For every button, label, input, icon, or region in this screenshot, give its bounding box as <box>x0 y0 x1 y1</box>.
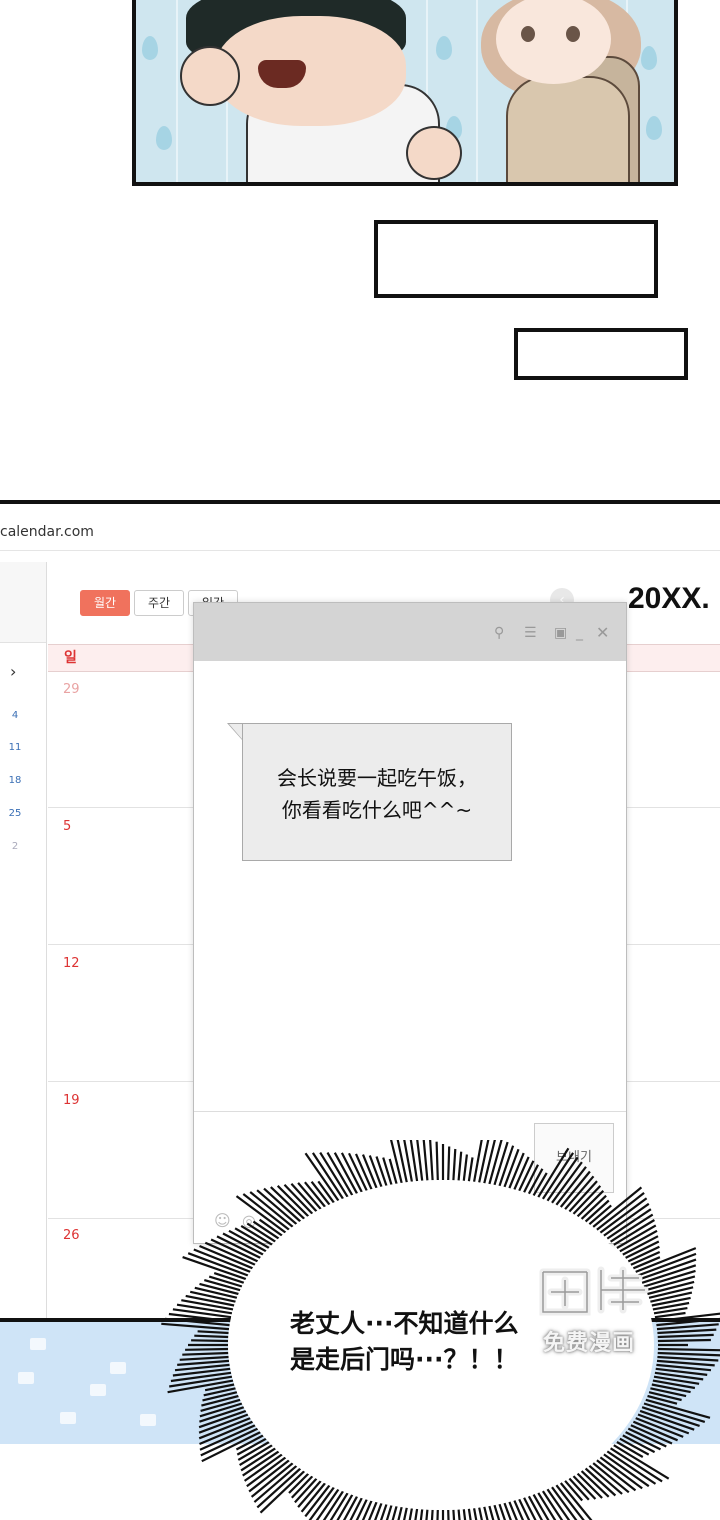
calendar-sidebar: › 4 11 18 25 2 <box>0 562 47 1322</box>
burst-line <box>416 1140 424 1181</box>
empty-narration-box <box>514 328 688 380</box>
burst-line <box>403 1140 413 1182</box>
mini-calendar-date[interactable]: 2 <box>0 841 30 852</box>
burst-line <box>532 1494 550 1520</box>
burst-line <box>425 1509 429 1520</box>
sidebar-header <box>0 562 46 643</box>
burst-line <box>596 1459 637 1492</box>
burst-line <box>194 1334 229 1339</box>
mini-calendar-date[interactable]: 18 <box>0 775 30 786</box>
message-line: 会长说要一起吃午饭， <box>277 766 477 790</box>
girl-body <box>506 76 630 182</box>
burst-line <box>447 1146 451 1181</box>
burst-line <box>263 1187 302 1223</box>
search-icon[interactable]: ⚲ <box>494 625 504 641</box>
burst-line <box>191 1339 229 1343</box>
burst-line <box>177 1359 230 1366</box>
chat-message-bubble: 会长说要一起吃午饭， 你看看吃什么吧^^~ <box>242 723 512 861</box>
burst-line <box>240 1447 276 1472</box>
burst-line <box>429 1140 434 1181</box>
burst-line <box>452 1148 457 1181</box>
burst-line <box>185 1347 229 1351</box>
burst-line <box>657 1351 720 1357</box>
burst-line <box>179 1355 229 1361</box>
crying-man-face <box>216 16 406 126</box>
empty-narration-box <box>374 220 658 298</box>
input-divider <box>194 1111 626 1112</box>
burst-line <box>541 1152 575 1200</box>
week-date: 26 <box>63 1228 80 1243</box>
minimize-icon[interactable]: _ <box>576 625 583 641</box>
burst-line <box>546 1156 579 1202</box>
crying-man-fist <box>180 46 240 106</box>
menu-icon[interactable]: ☰ <box>524 625 537 641</box>
next-month-chevron-icon[interactable]: › <box>10 662 16 681</box>
girl-eye <box>521 26 535 42</box>
burst-line <box>422 1140 429 1181</box>
burst-line <box>619 1229 658 1253</box>
burst-line <box>462 1154 468 1181</box>
week-date: 12 <box>63 956 80 971</box>
burst-line <box>248 1459 290 1493</box>
burst-line <box>197 1330 229 1335</box>
calendar-year-label: 20XX. <box>628 582 710 615</box>
mini-calendar-date[interactable]: 4 <box>0 710 30 721</box>
address-bar[interactable]: calendar.com <box>0 516 720 551</box>
week-date: 29 <box>63 682 80 697</box>
mini-calendar-date[interactable]: 25 <box>0 808 30 819</box>
crying-man-hand <box>406 126 462 180</box>
burst-line <box>537 1147 570 1198</box>
speech-line: 老丈人···不知道什么 <box>290 1309 519 1338</box>
burst-line <box>654 1311 686 1319</box>
burst-line <box>462 1509 467 1520</box>
watermark-text: 免费漫画 <box>543 1331 636 1356</box>
burst-line <box>447 1509 450 1520</box>
tab-week-view[interactable]: 주간 <box>134 590 184 616</box>
burst-line <box>457 1509 461 1520</box>
burst-line <box>290 1182 318 1213</box>
burst-line <box>182 1351 229 1356</box>
burst-line <box>467 1157 474 1182</box>
burst-line <box>436 1509 439 1520</box>
burst-line <box>457 1151 463 1181</box>
top-comic-panel <box>132 0 678 186</box>
burst-line <box>657 1328 717 1335</box>
burst-line <box>228 1229 267 1253</box>
burst-line <box>657 1333 714 1339</box>
burst-line <box>650 1291 693 1303</box>
restore-icon[interactable]: ▣ <box>554 625 567 641</box>
burst-line <box>435 1141 439 1181</box>
bubble-tail-inner <box>229 724 242 739</box>
sunday-header: 일 <box>64 650 77 666</box>
burst-line <box>657 1338 711 1343</box>
mini-calendar-date[interactable]: 11 <box>0 742 30 753</box>
close-icon[interactable]: ✕ <box>596 623 609 642</box>
watermark-logo <box>539 1266 649 1316</box>
week-date: 19 <box>63 1093 80 1108</box>
burst-line <box>473 1140 483 1182</box>
burst-line <box>657 1355 719 1362</box>
burst-line <box>572 1185 602 1215</box>
burst-line <box>527 1495 544 1520</box>
week-date: 5 <box>63 819 72 834</box>
burst-line <box>580 1470 610 1498</box>
messenger-titlebar: ⚲ ☰ ▣ _ ✕ <box>194 603 626 661</box>
tab-month-view[interactable]: 월간 <box>80 590 130 616</box>
speech-line: 是走后门吗···？！！ <box>290 1345 519 1374</box>
burst-line <box>430 1509 434 1520</box>
burst-line <box>304 1484 331 1518</box>
address-url: calendar.com <box>0 524 94 540</box>
burst-line <box>657 1347 720 1352</box>
burst-line <box>368 1155 383 1188</box>
girl-eye <box>566 26 580 42</box>
message-line: 你看看吃什么吧^^~ <box>281 798 473 822</box>
burst-line <box>452 1509 456 1520</box>
